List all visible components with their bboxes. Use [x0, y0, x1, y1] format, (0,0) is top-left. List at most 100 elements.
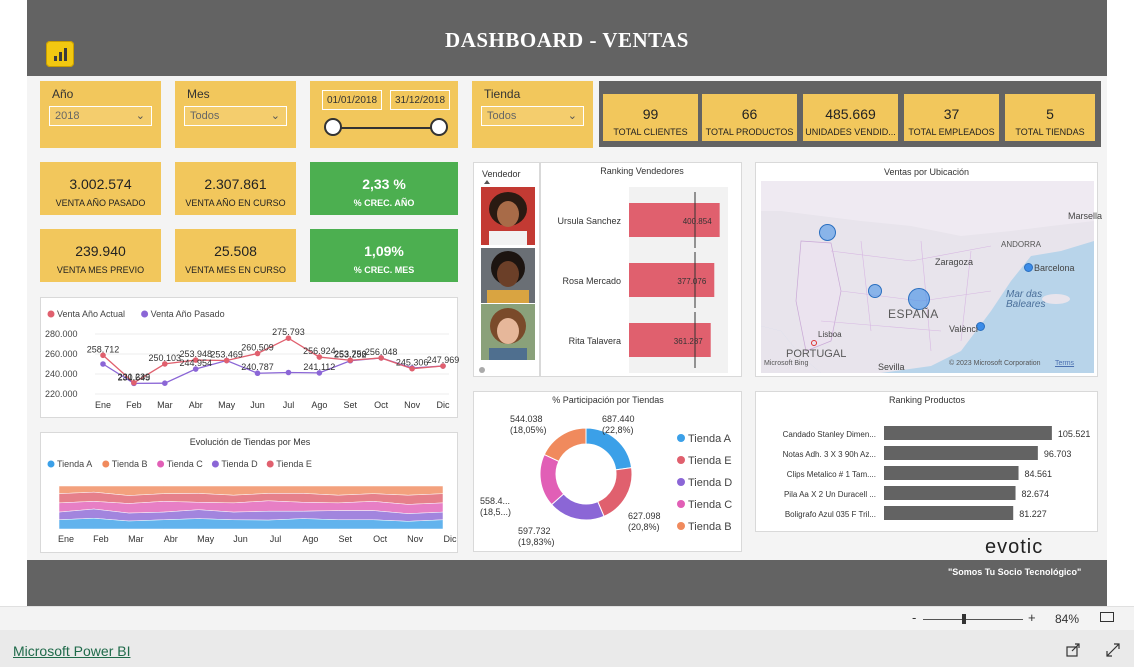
legend-label: Tienda C	[688, 499, 732, 511]
participacion-title: % Participación por Tiendas	[552, 395, 664, 405]
data-label: 256.048	[365, 347, 398, 357]
legend-marker	[47, 460, 55, 468]
map-label-sevilla: Sevilla	[878, 362, 905, 372]
vendor-photo-rita[interactable]	[481, 304, 535, 360]
x-tick-label: May	[218, 400, 236, 410]
map-bubble-barcelona[interactable]	[1024, 263, 1033, 272]
kpi-crec-mes: 1,09% % CREC. MES	[310, 229, 458, 282]
ranking-productos-chart[interactable]: Ranking Productos Candado Stanley Dimen..…	[756, 392, 1099, 533]
data-label: 253.292	[334, 350, 367, 360]
date-to-input[interactable]: 31/12/2018	[390, 90, 450, 110]
summary-card-value: 37	[943, 106, 960, 122]
powerbi-link[interactable]: Microsoft Power BI	[13, 643, 130, 659]
data-label: 244.954	[179, 358, 212, 368]
legend-marker	[677, 522, 685, 530]
powerbi-footer	[0, 630, 1134, 667]
product-value-label: 81.227	[1019, 509, 1047, 519]
chevron-down-icon: ⌄	[270, 110, 280, 122]
summary-card-label: TOTAL PRODUCTOS	[705, 127, 794, 137]
x-tick-label: Oct	[373, 534, 388, 544]
scroll-indicator[interactable]	[479, 367, 485, 373]
data-label: 230.645	[118, 372, 151, 382]
map-bubble-galicia[interactable]	[819, 224, 836, 241]
ranking-vendedores-chart[interactable]: Ranking Vendedores Ursula Sanchez 400.854 R…	[541, 163, 743, 378]
vendor-name-label: Rosa Mercado	[562, 276, 621, 286]
product-name-label: Notas Adh. 3 X 3 90h Az...	[783, 450, 876, 459]
legend-marker	[677, 456, 685, 464]
kpi-label: VENTA AÑO EN CURSO	[185, 198, 286, 208]
line-chart[interactable]: Venta Año Actual Venta Año Pasado 280.000 2…	[41, 298, 459, 419]
x-tick-label: Abr	[164, 534, 178, 544]
x-tick-label: Dic	[444, 534, 457, 544]
x-tick-label: Set	[344, 400, 358, 410]
bing-logo: Microsoft Bing	[764, 360, 809, 367]
slice-pct-label: (18,05%)	[510, 425, 547, 435]
data-point	[285, 369, 292, 376]
kpi-crec-anio: 2,33 % % CREC. AÑO	[310, 162, 458, 215]
x-tick-label: May	[197, 534, 215, 544]
map-title: Ventas por Ubicación	[883, 167, 970, 177]
y-tick-label: 220.000	[45, 389, 78, 399]
summary-card-value: 485.669	[825, 106, 876, 122]
slice-value-label: 544.038	[510, 414, 543, 424]
line-chart-panel: Venta Año Actual Venta Año Pasado 280.000 2…	[40, 297, 459, 419]
legend-label: Tienda D	[221, 459, 258, 469]
year-dropdown[interactable]: 2018 ⌄	[49, 106, 152, 126]
legend-marker	[677, 500, 685, 508]
donut-slice	[539, 453, 565, 506]
legend-label: Tienda B	[688, 521, 732, 533]
legend-label: Tienda E	[688, 455, 732, 467]
vendor-panel: Vendedor	[473, 162, 540, 377]
summary-card-label: UNIDADES VENDID...	[805, 127, 896, 137]
kpi-value: 2,33 %	[362, 176, 406, 192]
zoom-out-button[interactable]: -	[912, 610, 916, 625]
product-bar	[884, 486, 1016, 500]
participacion-donut-chart[interactable]: % Participación por Tiendas 687.440(22,8%…	[474, 392, 743, 553]
map-label-andorra: ANDORRA	[1001, 240, 1042, 249]
map-label-zaragoza: Zaragoza	[935, 257, 974, 267]
fit-page-icon[interactable]	[1100, 612, 1114, 622]
kpi-label: % CREC. AÑO	[353, 198, 415, 208]
legend-label: Tienda C	[167, 459, 204, 469]
zoom-slider-handle[interactable]	[962, 614, 966, 624]
date-from-input[interactable]: 01/01/2018	[322, 90, 382, 110]
kpi-venta-mes-curso: 25.508 VENTA MES EN CURSO	[175, 229, 296, 282]
kpi-label: % CREC. MES	[353, 265, 415, 275]
sort-icon[interactable]	[484, 180, 490, 184]
y-tick-label: 260.000	[45, 349, 78, 359]
year-slicer: Año 2018 ⌄	[40, 81, 161, 148]
slice-value-label: 558.4...	[480, 496, 510, 506]
kpi-label: VENTA AÑO PASADO	[55, 198, 146, 208]
ranking-productos-title: Ranking Productos	[889, 395, 966, 405]
fullscreen-icon[interactable]	[1105, 642, 1121, 658]
store-slicer: Tienda Todos ⌄	[472, 81, 593, 148]
date-slider-start-handle[interactable]	[324, 118, 342, 136]
month-dropdown[interactable]: Todos ⌄	[184, 106, 287, 126]
data-label: 250.103	[149, 353, 182, 363]
area-chart-title: Evolución de Tiendas por Mes	[190, 437, 311, 447]
kpi-label: VENTA MES PREVIO	[56, 265, 145, 275]
data-point	[100, 361, 106, 367]
donut-slice	[597, 467, 633, 517]
legend-label: Tienda A	[57, 459, 92, 469]
area-chart[interactable]: Evolución de Tiendas por Mes Tienda A Tien…	[41, 433, 459, 554]
x-tick-label: Nov	[407, 534, 424, 544]
date-range-slicer: 01/01/2018 31/12/2018	[310, 81, 458, 148]
zoom-slider-track[interactable]	[923, 619, 1023, 620]
legend-label: Venta Año Actual	[57, 309, 125, 319]
month-slicer-label: Mes	[187, 87, 210, 101]
x-tick-label: Jul	[283, 400, 295, 410]
map-bubble-salamanca[interactable]	[868, 284, 882, 298]
data-label: 240.787	[241, 362, 274, 372]
slice-value-label: 687.440	[602, 414, 635, 424]
x-tick-label: Feb	[126, 400, 142, 410]
vendor-photo-ursula[interactable]	[481, 187, 535, 245]
vendor-photo-rosa[interactable]	[481, 248, 535, 303]
date-slider-end-handle[interactable]	[430, 118, 448, 136]
map-label-portugal: PORTUGAL	[786, 348, 847, 360]
store-dropdown[interactable]: Todos ⌄	[481, 106, 584, 126]
map-label-barcelona: Barcelona	[1034, 263, 1075, 273]
zoom-in-button[interactable]: +	[1028, 610, 1036, 625]
share-icon[interactable]	[1066, 642, 1082, 658]
map-terms-link[interactable]: Terms	[1055, 360, 1074, 367]
